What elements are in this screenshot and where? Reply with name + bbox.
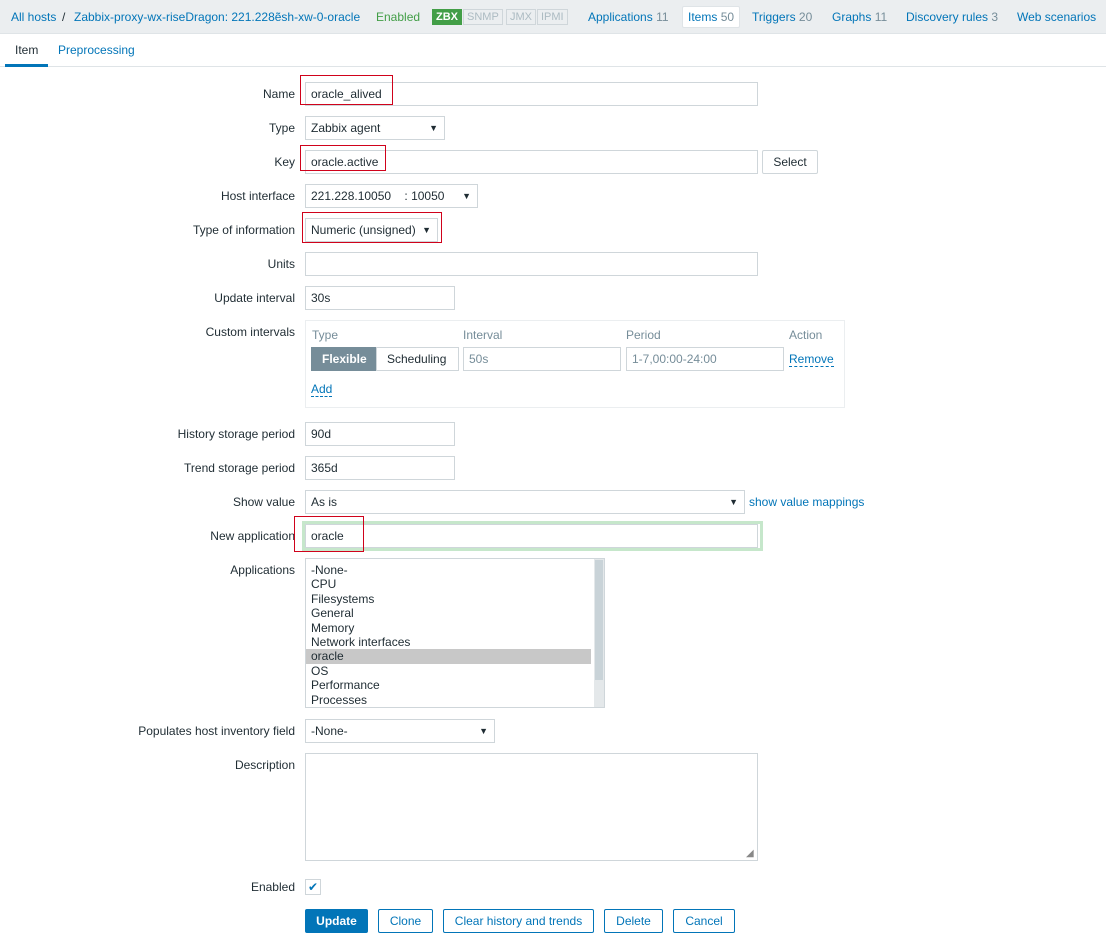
cancel-button[interactable]: Cancel xyxy=(673,909,735,933)
description-textarea[interactable] xyxy=(305,753,758,861)
new-application-label: New application xyxy=(210,529,295,543)
inventory-field-label: Populates host inventory field xyxy=(138,724,295,738)
host-status-enabled[interactable]: Enabled xyxy=(376,0,420,34)
clone-button[interactable]: Clone xyxy=(378,909,433,933)
units-input[interactable] xyxy=(305,252,758,276)
nav-applications[interactable]: Applications 11 xyxy=(588,0,669,34)
all-hosts-link[interactable]: All hosts xyxy=(11,0,56,34)
custom-intervals-label: Custom intervals xyxy=(205,325,295,339)
jmx-availability-badge: JMX xyxy=(506,9,536,25)
custom-period-input[interactable]: 1-7,00:00-24:00 xyxy=(626,347,784,371)
ipmi-availability-badge: IPMI xyxy=(537,9,568,25)
flexible-toggle[interactable]: Flexible xyxy=(311,347,376,371)
nav-web-scenarios[interactable]: Web scenarios xyxy=(1017,0,1096,34)
app-option-oracle[interactable]: oracle xyxy=(306,649,591,664)
add-interval-link[interactable]: Add xyxy=(311,382,333,397)
app-option-none[interactable]: -None- xyxy=(306,563,591,577)
show-value-mappings-link[interactable]: show value mappings xyxy=(749,495,864,509)
app-option-performance[interactable]: Performance xyxy=(306,678,591,692)
update-button[interactable]: Update xyxy=(305,909,368,933)
scheduling-toggle[interactable]: Scheduling xyxy=(376,347,459,371)
type-of-information-label: Type of information xyxy=(192,223,295,237)
new-application-input[interactable]: oracle xyxy=(305,524,758,548)
key-label: Key xyxy=(274,155,295,169)
name-label: Name xyxy=(262,87,295,101)
inventory-field-select[interactable]: -None- xyxy=(305,719,495,743)
nav-discovery-rules[interactable]: Discovery rules 3 xyxy=(906,0,998,34)
col-period-header: Period xyxy=(626,328,661,342)
enabled-label: Enabled xyxy=(250,880,295,894)
snmp-availability-badge: SNMP xyxy=(463,9,503,25)
key-input[interactable]: oracle.active xyxy=(305,150,758,174)
delete-button[interactable]: Delete xyxy=(604,909,663,933)
form-tabs: Item Preprocessing xyxy=(0,34,1106,67)
type-of-information-select[interactable]: Numeric (unsigned) xyxy=(305,218,438,242)
host-interface-select[interactable]: 221.228.10050 : 10050 xyxy=(305,184,478,208)
breadcrumb-separator: / xyxy=(62,10,66,24)
enabled-checkbox[interactable]: ✔ xyxy=(305,879,321,895)
trend-storage-label: Trend storage period xyxy=(184,461,295,475)
description-label: Description xyxy=(234,758,295,772)
units-label: Units xyxy=(267,257,295,271)
app-option-network-interfaces[interactable]: Network interfaces xyxy=(306,635,591,649)
show-value-label: Show value xyxy=(232,495,295,509)
tab-preprocessing[interactable]: Preprocessing xyxy=(48,34,145,67)
col-type-header: Type xyxy=(312,328,339,342)
applications-scrollbar[interactable] xyxy=(594,559,604,707)
applications-scrollbar-thumb[interactable] xyxy=(595,560,603,680)
host-name-link[interactable]: Zabbix-proxy-wx-riseDragon: 221.228ẽsh-x… xyxy=(74,0,360,34)
tab-item[interactable]: Item xyxy=(5,34,49,67)
applications-listbox[interactable]: -None- CPU Filesystems General Memory Ne… xyxy=(305,558,605,708)
trend-storage-input[interactable]: 365d xyxy=(305,456,455,480)
app-option-cpu[interactable]: CPU xyxy=(306,577,591,591)
nav-items[interactable]: Items 50 xyxy=(682,6,741,28)
update-interval-input[interactable]: 30s xyxy=(305,286,455,310)
key-select-button[interactable]: Select xyxy=(762,150,818,174)
nav-triggers[interactable]: Triggers 20 xyxy=(752,0,812,34)
zbx-availability-badge: ZBX xyxy=(432,9,462,25)
app-option-processes[interactable]: Processes xyxy=(306,693,591,707)
history-storage-input[interactable]: 90d xyxy=(305,422,455,446)
show-value-select[interactable]: As is xyxy=(305,490,745,514)
nav-graphs[interactable]: Graphs 11 xyxy=(832,0,887,34)
col-action-header: Action xyxy=(789,328,823,342)
clear-history-button[interactable]: Clear history and trends xyxy=(443,909,594,933)
update-interval-label: Update interval xyxy=(214,291,295,305)
host-navigation: All hosts / Zabbix-proxy-wx-riseDragon: … xyxy=(0,0,1106,34)
history-storage-label: History storage period xyxy=(177,427,295,441)
remove-interval-link[interactable]: Remove xyxy=(789,352,834,367)
type-select[interactable]: Zabbix agent xyxy=(305,116,445,140)
col-interval-header: Interval xyxy=(463,328,503,342)
name-input[interactable]: oracle_alived xyxy=(305,82,758,106)
app-option-general[interactable]: General xyxy=(306,606,591,620)
app-option-os[interactable]: OS xyxy=(306,664,591,678)
applications-label: Applications xyxy=(230,563,295,577)
app-option-memory[interactable]: Memory xyxy=(306,621,591,635)
app-option-filesystems[interactable]: Filesystems xyxy=(306,592,591,606)
type-label: Type xyxy=(268,121,295,135)
resize-grip-icon[interactable]: ◢ xyxy=(746,849,1104,942)
host-interface-label: Host interface xyxy=(220,189,295,203)
custom-interval-input[interactable]: 50s xyxy=(463,347,621,371)
